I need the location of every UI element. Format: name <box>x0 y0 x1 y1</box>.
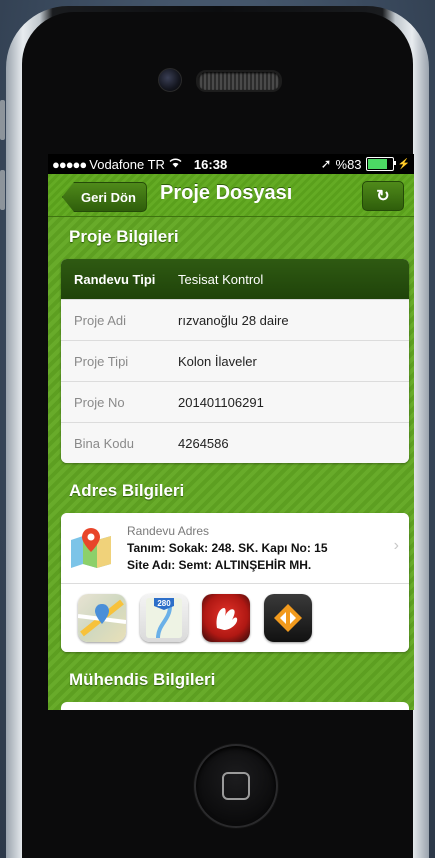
address-row[interactable]: Randevu Adres Tanım: Sokak: 248. SK. Kap… <box>61 513 409 584</box>
project-info-title: Proje Bilgileri <box>69 227 179 246</box>
row-label: Proje Tipi <box>74 353 129 369</box>
project-info-card: Randevu Tipi Tesisat Kontrol Proje Adi r… <box>61 259 409 463</box>
interstate-badge-text: 280 <box>157 599 171 608</box>
tomtom-icon[interactable] <box>202 594 250 642</box>
engineer-info-card <box>61 702 409 710</box>
row-label: Randevu Tipi <box>74 271 156 287</box>
row-value: Kolon İlaveler <box>178 353 257 369</box>
row-value: Tesisat Kontrol <box>178 271 264 287</box>
table-row: Randevu Tipi Tesisat Kontrol <box>61 259 409 299</box>
address-card: Randevu Adres Tanım: Sokak: 248. SK. Kap… <box>61 513 409 652</box>
row-value: 201401106291 <box>178 394 264 410</box>
table-row: Bina Kodu 4264586 <box>61 422 409 463</box>
address-heading: Randevu Adres <box>127 523 210 538</box>
status-bar: ●●●●● Vodafone TR 16:38 ➚ %83 ⚡ <box>48 154 414 174</box>
page-title: Proje Dosyası <box>160 182 293 204</box>
home-button[interactable] <box>194 744 278 828</box>
battery-icon <box>365 157 396 171</box>
row-label: Proje No <box>74 394 125 410</box>
wifi-icon <box>169 157 182 171</box>
address-line-2: Site Adı: Semt: ALTINŞEHİR MH. <box>127 557 312 572</box>
address-line-1: Tanım: Sokak: 248. SK. Kapı No: 15 <box>127 540 328 555</box>
apple-maps-icon[interactable] <box>78 594 126 642</box>
google-maps-icon[interactable]: 280 <box>140 594 188 642</box>
front-camera <box>158 68 182 92</box>
refresh-icon: ↻ <box>376 188 390 205</box>
carrier-name: Vodafone TR <box>89 156 165 172</box>
app-screen: ●●●●● Vodafone TR 16:38 ➚ %83 ⚡ Geri Dön… <box>48 154 414 710</box>
earpiece-speaker <box>196 70 282 92</box>
clock: 16:38 <box>193 156 228 172</box>
chevron-right-icon: › <box>393 537 399 554</box>
address-info-title: Adres Bilgileri <box>69 481 185 500</box>
volume-up-button <box>0 170 5 210</box>
table-row: Proje No 201401106291 <box>61 381 409 422</box>
charging-icon: ⚡ <box>397 158 410 170</box>
row-value: rızvanoğlu 28 daire <box>178 312 289 328</box>
back-button[interactable]: Geri Dön <box>62 182 147 212</box>
location-icon: ➚ <box>320 156 332 171</box>
navigation-apps-row: 280 <box>61 584 409 652</box>
signal-icon: ●●●●● <box>52 156 87 172</box>
home-square-icon <box>222 772 250 800</box>
row-label: Bina Kodu <box>74 435 134 451</box>
engineer-info-title: Mühendis Bilgileri <box>69 670 216 689</box>
table-row: Proje Adi rızvanoğlu 28 daire <box>61 299 409 340</box>
navigation-bar: Geri Dön Proje Dosyası ↻ <box>48 174 414 217</box>
navigon-icon[interactable] <box>264 594 312 642</box>
battery-percent: %83 <box>335 156 362 172</box>
refresh-button[interactable]: ↻ <box>362 181 404 211</box>
map-pin-icon <box>69 526 113 570</box>
mute-switch <box>0 100 5 140</box>
table-row: Proje Tipi Kolon İlaveler <box>61 340 409 381</box>
row-value: 4264586 <box>178 435 229 451</box>
background: ●●●●● Vodafone TR 16:38 ➚ %83 ⚡ Geri Dön… <box>0 0 435 858</box>
scroll-content[interactable]: Proje Bilgileri Randevu Tipi Tesisat Kon… <box>48 217 414 710</box>
row-label: Proje Adi <box>74 312 127 328</box>
